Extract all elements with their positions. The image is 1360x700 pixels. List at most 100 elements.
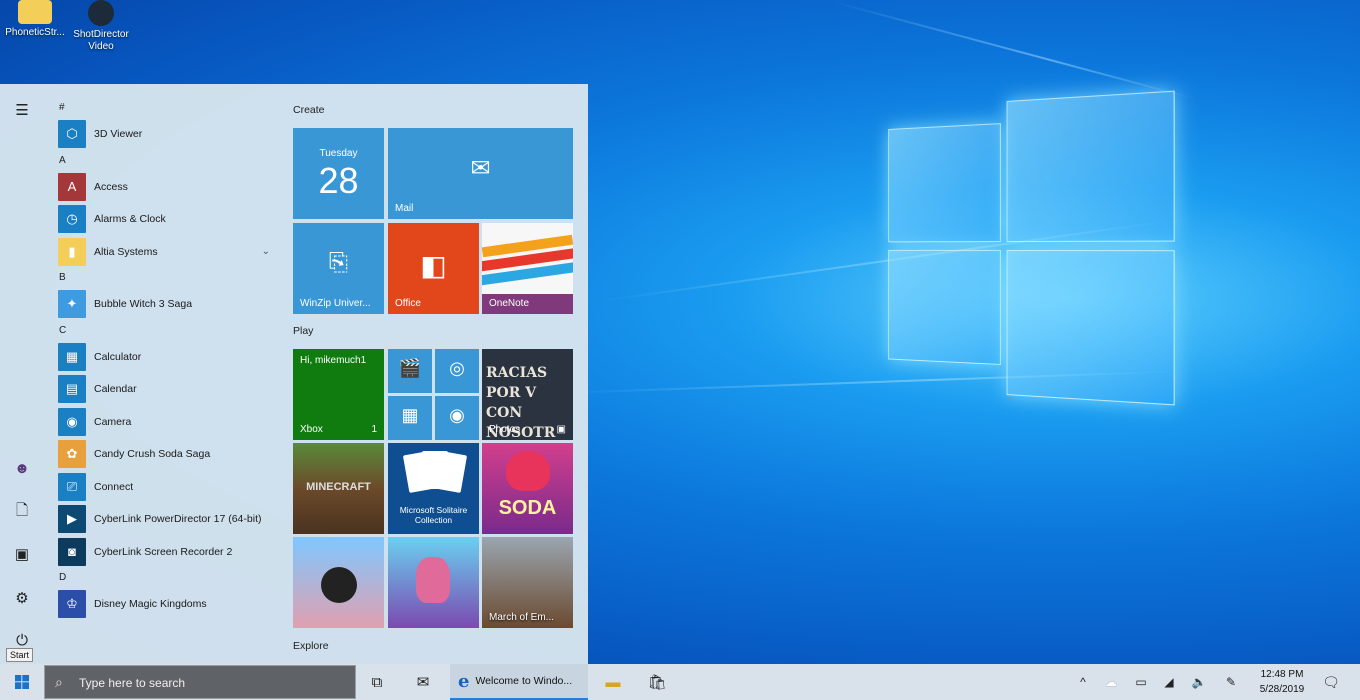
tile-winzip[interactable]: ⎘ WinZip Univer...: [293, 223, 384, 314]
app-icon: ♔: [58, 590, 86, 619]
battery-icon[interactable]: ▭: [1128, 664, 1154, 700]
documents-icon[interactable]: 🗋: [12, 502, 32, 522]
app-list: # ⬡ 3D Viewer A A Access ◷ Alarms & Clock ▮ Altia…: [50, 98, 280, 621]
witch-icon: [416, 557, 450, 603]
tile-solitaire[interactable]: Microsoft Solitaire Collection: [388, 443, 479, 534]
app-list-item[interactable]: ◷ Alarms & Clock: [50, 203, 280, 236]
app-list-letter-header[interactable]: D: [50, 568, 280, 588]
app-icon: ▤: [58, 375, 86, 404]
app-icon: ✿: [58, 440, 86, 469]
mail-taskbar-icon[interactable]: ✉: [408, 664, 438, 700]
store-icon[interactable]: 🛍: [642, 664, 672, 700]
app-label: Calendar: [94, 383, 137, 396]
group-title-play: Play: [293, 325, 314, 337]
app-list-letter-header[interactable]: #: [50, 98, 280, 118]
taskbar-search-box[interactable]: ⌕: [44, 665, 356, 699]
app-list-item[interactable]: ⬡ 3D Viewer: [50, 118, 280, 151]
file-explorer-icon[interactable]: ▬: [598, 664, 628, 700]
pictures-icon[interactable]: ▣: [12, 544, 32, 564]
tile-label: March of Em...: [489, 612, 555, 623]
app-list-item[interactable]: ✦ Bubble Witch 3 Saga: [50, 288, 280, 321]
tile-xbox[interactable]: Hi, mikemuch1 Xbox 1: [293, 349, 384, 440]
app-list-item[interactable]: ⎚ Connect: [50, 471, 280, 504]
tile-mail[interactable]: ✉ Mail: [388, 128, 573, 219]
app-list-item[interactable]: ✿ Candy Crush Soda Saga: [50, 438, 280, 471]
clock-time: 12:48 PM: [1260, 669, 1304, 680]
tile-march-of-empires[interactable]: March of Em...: [482, 537, 573, 628]
tile-label: Microsoft Solitaire Collection: [399, 505, 468, 525]
windows-start-icon: [15, 675, 29, 689]
start-button[interactable]: [0, 664, 44, 700]
tile-label: Office: [395, 298, 421, 309]
taskbar-edge-window[interactable]: e Welcome to Windo...: [450, 664, 588, 700]
onedrive-cloud-icon[interactable]: ☁: [1098, 664, 1124, 700]
app-icon: ▦: [58, 342, 86, 371]
app-list-item[interactable]: ◉ Camera: [50, 406, 280, 439]
app-list-item[interactable]: ▶ CyberLink PowerDirector 17 (64-bit): [50, 503, 280, 536]
tile-calculator[interactable]: ▦: [388, 396, 432, 440]
app-list-item[interactable]: ▮ Altia Systems ⌄: [50, 236, 280, 269]
desktop-icon-shotdirector[interactable]: ShotDirector Video: [66, 0, 136, 53]
app-icon: ◙: [58, 537, 86, 566]
app-list-letter-header[interactable]: B: [50, 268, 280, 288]
app-label: Bubble Witch 3 Saga: [94, 298, 193, 311]
settings-gear-icon[interactable]: ⚙: [12, 588, 32, 608]
tile-minecraft[interactable]: MINECRAFT: [293, 443, 384, 534]
user-avatar-icon[interactable]: ☻: [12, 458, 32, 478]
hamburger-menu-icon[interactable]: ☰: [12, 100, 32, 120]
app-label: CyberLink PowerDirector 17 (64-bit): [94, 513, 262, 526]
tile-office[interactable]: ◧ Office: [388, 223, 479, 314]
tile-groove[interactable]: ◎: [435, 349, 479, 393]
app-list-item[interactable]: ◙ CyberLink Screen Recorder 2: [50, 536, 280, 569]
tile-candy-crush[interactable]: SODA: [482, 443, 573, 534]
tile-label: WinZip Univer...: [300, 298, 371, 309]
app-list-item[interactable]: ▦ Calculator: [50, 341, 280, 374]
webcam-icon: ◉: [449, 405, 465, 425]
action-center-icon[interactable]: 🗨: [1318, 664, 1344, 700]
tile-bubble-witch[interactable]: [388, 537, 479, 628]
winzip-icon: ⎘: [328, 249, 349, 276]
candy-logo: SODA: [498, 497, 557, 519]
app-label: Camera: [94, 415, 132, 428]
tile-label: Photos: [489, 424, 521, 435]
clapper-icon: 🎬: [398, 358, 422, 378]
app-label: CyberLink Screen Recorder 2: [94, 545, 233, 558]
start-tooltip: Start: [6, 648, 34, 662]
group-title-explore: Explore: [293, 640, 329, 652]
tile-onenote[interactable]: OneNote: [482, 223, 573, 314]
video-shortcut-icon: [88, 0, 114, 26]
calendar-date: 28: [318, 160, 359, 201]
power-icon[interactable]: ⏻: [12, 630, 32, 650]
volume-icon[interactable]: 🔈: [1186, 664, 1212, 700]
tile-calendar[interactable]: Tuesday 28: [293, 128, 384, 219]
tile-label: Mail: [395, 203, 414, 214]
pen-ink-icon[interactable]: ✎: [1218, 664, 1244, 700]
xbox-badge: 1: [371, 424, 377, 435]
app-list-letter-header[interactable]: A: [50, 151, 280, 171]
mail-icon: ✉: [470, 155, 491, 182]
calendar-day: Tuesday: [319, 148, 358, 159]
search-input[interactable]: [77, 672, 351, 694]
app-list-item[interactable]: ♔ Disney Magic Kingdoms: [50, 588, 280, 621]
app-label: Altia Systems: [94, 245, 158, 258]
tile-movies[interactable]: 🎬: [388, 349, 432, 393]
app-label: Connect: [94, 480, 134, 493]
tile-camera[interactable]: ◉: [435, 396, 479, 440]
wifi-icon[interactable]: ◢: [1156, 664, 1182, 700]
app-icon: ⬡: [58, 120, 86, 149]
desktop-icon-phonetic[interactable]: PhoneticStr...: [0, 0, 70, 39]
tile-photos[interactable]: RACIAS POR V CON NOSOTR Photos ▣: [482, 349, 573, 440]
task-view-icon[interactable]: ⧉: [362, 664, 392, 700]
taskbar-clock[interactable]: 12:48 PM 5/28/2019: [1250, 667, 1314, 697]
show-hidden-icons-chevron-icon[interactable]: ^: [1070, 664, 1096, 700]
edge-icon: e: [458, 670, 470, 692]
app-icon: ▶: [58, 505, 86, 534]
chevron-down-icon[interactable]: ⌄: [262, 246, 270, 257]
app-list-item[interactable]: ▤ Calendar: [50, 373, 280, 406]
app-list-item[interactable]: A Access: [50, 171, 280, 204]
start-rail: ☰ ☻ 🗋 ▣ ⚙ ⏻: [0, 84, 44, 664]
app-label: Candy Crush Soda Saga: [94, 448, 211, 461]
minecraft-logo: MINECRAFT: [306, 481, 371, 493]
tile-disney[interactable]: [293, 537, 384, 628]
app-list-letter-header[interactable]: C: [50, 321, 280, 341]
